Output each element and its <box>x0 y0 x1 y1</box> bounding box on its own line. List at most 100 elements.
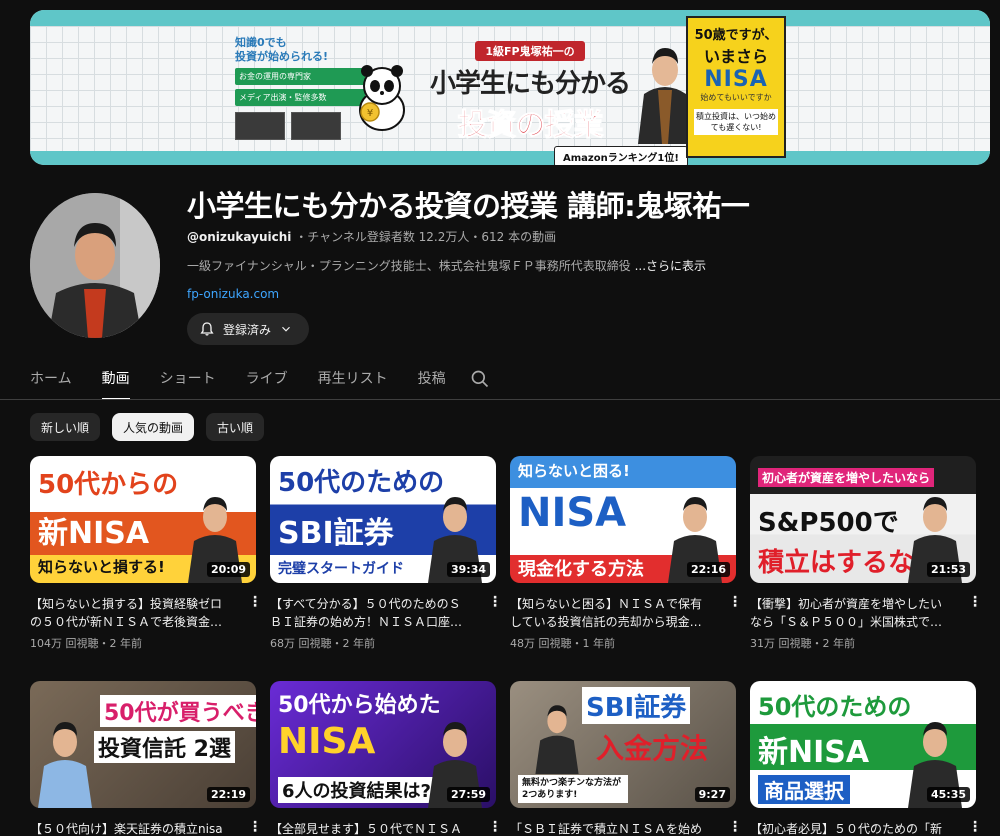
more-options-icon[interactable]: ⋮ <box>728 594 742 610</box>
video-title[interactable]: 【５０代向け】楽天証券の積立nisa <box>30 820 230 836</box>
more-options-icon[interactable]: ⋮ <box>488 594 502 610</box>
tab-playlists[interactable]: 再生リスト <box>318 360 388 400</box>
video-stats: 104万 回視聴・2 年前 <box>30 637 142 650</box>
thumbnail-text: 新NISA <box>758 735 870 770</box>
thumbnail-text: 50代が買うべき <box>100 695 256 727</box>
banner-fp-label: 1級FP鬼塚祐一の <box>475 41 585 61</box>
thumbnail-text: NISA <box>278 721 376 762</box>
search-icon[interactable] <box>470 369 490 389</box>
tabs-divider <box>0 399 1000 400</box>
banner-knowledge-line1: 知識0でも <box>235 36 287 49</box>
more-options-icon[interactable]: ⋮ <box>728 819 742 835</box>
channel-avatar[interactable] <box>30 193 160 338</box>
more-options-icon[interactable]: ⋮ <box>248 819 262 835</box>
thumbnail-text: 知らないと損する! <box>38 558 165 576</box>
thumbnail-text: 現金化する方法 <box>518 559 644 580</box>
thumbnail-text: 新NISA <box>38 516 150 551</box>
video-title[interactable]: 「ＳＢＩ証券で積立ＮＩＳＡを始め <box>510 820 710 836</box>
more-options-icon[interactable]: ⋮ <box>968 819 982 835</box>
thumbnail-text: NISA <box>518 490 627 536</box>
video-card[interactable]: 知らないと困る! NISA 現金化する方法 22:16 【知らないと困る】ＮＩＳ… <box>510 456 742 651</box>
video-title[interactable]: 【すべて分かる】５０代のためのＳＢＩ証券の始め方！ＮＩＳＡ口座… <box>270 595 470 631</box>
thumbnail-text: 商品選択 <box>758 775 850 804</box>
video-thumbnail[interactable]: 50代のための SBI証券 完璧スタートガイド 39:34 <box>270 456 496 583</box>
channel-handle: @onizukayuichi <box>187 230 292 244</box>
more-options-icon[interactable]: ⋮ <box>968 594 982 610</box>
video-thumbnail[interactable]: SBI証券 入金方法 無料かつ楽チンな方法が2つあります! 9:27 <box>510 681 736 808</box>
video-stats: 48万 回視聴・1 年前 <box>510 637 615 650</box>
tab-posts[interactable]: 投稿 <box>418 360 446 400</box>
video-title[interactable]: 【知らないと困る】ＮＩＳＡで保有している投資信託の売却から現金… <box>510 595 710 631</box>
more-options-icon[interactable]: ⋮ <box>248 594 262 610</box>
video-thumbnail[interactable]: 知らないと困る! NISA 現金化する方法 22:16 <box>510 456 736 583</box>
video-card[interactable]: 50代のための 新NISA 商品選択 45:35 【初心者必見】５０代のための「… <box>750 681 982 836</box>
more-options-icon[interactable]: ⋮ <box>488 819 502 835</box>
video-card[interactable]: 初心者が資産を増やしたいなら S&P500で 積立はするな! 21:53 【衝撃… <box>750 456 982 651</box>
video-thumbnail[interactable]: 50代が買うべき 投資信託 2選 22:19 <box>30 681 256 808</box>
banner-top-stripe <box>30 10 990 26</box>
thumbnail-text: SBI証券 <box>582 687 691 724</box>
channel-banner: 知識0でも 投資が始められる! お金の運用の専門家 メディア出演・監修多数 ¥ … <box>30 10 990 165</box>
video-duration: 21:53 <box>926 562 970 577</box>
thumbnail-text: 投資信託 2選 <box>94 731 235 763</box>
thumbnail-text: 50代から始めた <box>278 693 441 718</box>
sort-chips: 新しい順 人気の動画 古い順 <box>30 413 265 441</box>
chip-popular[interactable]: 人気の動画 <box>112 413 195 441</box>
amazon-ranking-badge: Amazonランキング1位! <box>554 146 688 165</box>
video-card[interactable]: 50代から始めた NISA 6人の投資結果は? 27:59 【全部見せます】５０… <box>270 681 502 836</box>
thumbnail-text: 6人の投資結果は? <box>278 777 435 803</box>
panda-mascot-icon: ¥ <box>359 65 405 131</box>
banner-chip-expert: お金の運用の専門家 <box>235 68 365 85</box>
channel-meta: @onizukayuichi ・チャンネル登録者数 12.2万人・612 本の動… <box>187 228 556 245</box>
avatar-photo <box>30 193 160 338</box>
thumbnail-text: 50代のための <box>278 468 445 498</box>
thumbnail-text: 積立はするな! <box>758 548 926 578</box>
video-title[interactable]: 【衝撃】初心者が資産を増やしたいなら「Ｓ＆Ｐ５００」米国株式で… <box>750 595 950 631</box>
channel-description-text: 一級ファイナンシャル・プランニング技能士、株式会社鬼塚ＦＰ事務所代表取締役 <box>187 259 631 273</box>
video-duration: 39:34 <box>446 562 490 577</box>
channel-description[interactable]: 一級ファイナンシャル・プランニング技能士、株式会社鬼塚ＦＰ事務所代表取締役 ..… <box>187 257 706 274</box>
chip-oldest[interactable]: 古い順 <box>206 413 265 441</box>
thumbnail-person-image <box>38 722 92 808</box>
video-card[interactable]: 50代が買うべき 投資信託 2選 22:19 【５０代向け】楽天証券の積立nis… <box>30 681 262 836</box>
chip-newest[interactable]: 新しい順 <box>30 413 101 441</box>
tab-shorts[interactable]: ショート <box>160 360 216 400</box>
video-thumbnail[interactable]: 50代のための 新NISA 商品選択 45:35 <box>750 681 976 808</box>
thumbnail-text: S&P500で <box>758 508 899 538</box>
thumbnail-text: SBI証券 <box>278 516 394 551</box>
channel-title: 小学生にも分かる投資の授業 講師:鬼塚祐一 <box>187 189 750 223</box>
video-card[interactable]: SBI証券 入金方法 無料かつ楽チンな方法が2つあります! 9:27 「ＳＢＩ証… <box>510 681 742 836</box>
thumbnail-text: 入金方法 <box>596 732 709 765</box>
video-thumbnail[interactable]: 初心者が資産を増やしたいなら S&P500で 積立はするな! 21:53 <box>750 456 976 583</box>
banner-left-block: 知識0でも 投資が始められる! お金の運用の専門家 メディア出演・監修多数 <box>235 36 365 140</box>
thumbnail-text: 完璧スタートガイド <box>278 561 404 577</box>
banner-knowledge-line2: 投資が始められる! <box>235 50 329 63</box>
video-stats: 31万 回視聴・2 年前 <box>750 637 855 650</box>
subscribed-label: 登録済み <box>223 322 272 337</box>
chevron-down-icon <box>282 326 290 332</box>
video-duration: 22:16 <box>686 562 730 577</box>
tab-videos[interactable]: 動画 <box>101 360 130 400</box>
thumbnail-person-image <box>535 705 579 774</box>
video-thumbnail[interactable]: 50代からの 新NISA 知らないと損する! 20:09 <box>30 456 256 583</box>
banner-chip-media: メディア出演・監修多数 <box>235 89 365 106</box>
video-title[interactable]: 【初心者必見】５０代のための「新 <box>750 820 950 836</box>
video-card[interactable]: 50代のための SBI証券 完璧スタートガイド 39:34 【すべて分かる】５０… <box>270 456 502 651</box>
tab-home[interactable]: ホーム <box>30 360 72 400</box>
tab-live[interactable]: ライブ <box>246 360 288 400</box>
banner-headline-line2: 投資の授業 <box>457 108 604 144</box>
banner-bottom-stripe <box>30 151 990 165</box>
video-stats: 68万 回視聴・2 年前 <box>270 637 375 650</box>
video-thumbnail[interactable]: 50代から始めた NISA 6人の投資結果は? 27:59 <box>270 681 496 808</box>
book-line1: 50歳ですが、 <box>694 28 778 43</box>
banner-headline-line1: 小学生にも分かる <box>429 69 631 99</box>
video-title[interactable]: 【全部見せます】５０代でＮＩＳＡ <box>270 820 470 836</box>
channel-link[interactable]: fp-onizuka.com <box>187 287 279 301</box>
subscribed-button[interactable]: 登録済み <box>187 313 309 345</box>
video-duration: 20:09 <box>206 562 250 577</box>
video-title[interactable]: 【知らないと損する】投資経験ゼロの５０代が新ＮＩＳＡで老後資金… <box>30 595 230 631</box>
video-duration: 27:59 <box>446 787 490 802</box>
channel-tabs: ホーム 動画 ショート ライブ 再生リスト 投稿 <box>30 360 476 400</box>
show-more-link[interactable]: ...さらに表示 <box>635 259 706 273</box>
video-card[interactable]: 50代からの 新NISA 知らないと損する! 20:09 【知らないと損する】投… <box>30 456 262 651</box>
